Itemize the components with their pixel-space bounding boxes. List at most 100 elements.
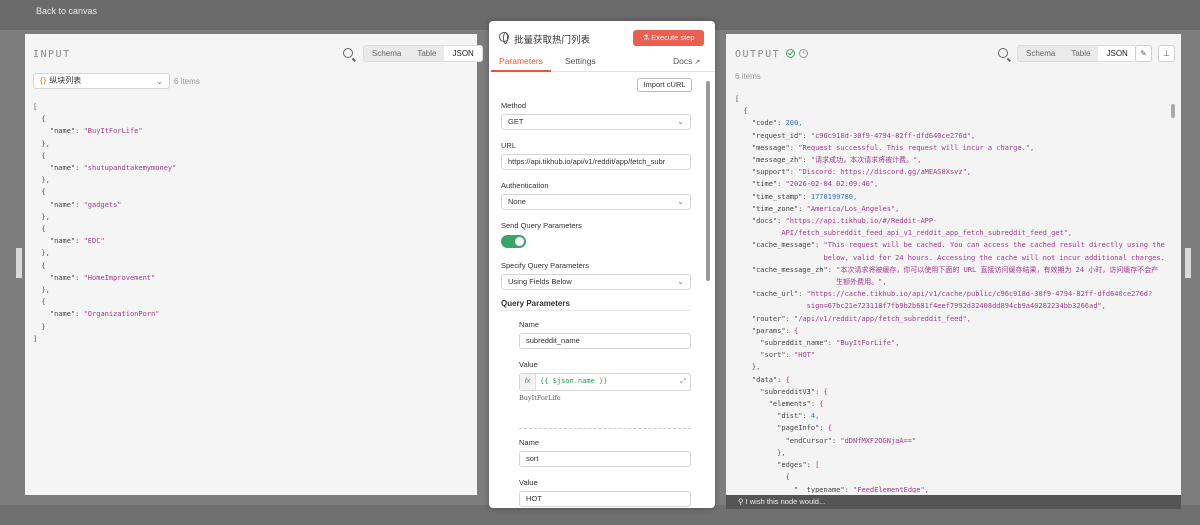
param1-name-input[interactable]: subreddit_name (519, 333, 691, 349)
json-line: below, valid for 24 hours. Accessing the… (735, 253, 1166, 262)
edit-pencil-icon[interactable]: ✎ (1135, 45, 1152, 62)
json-line: sign=67bc21e723118f7fb9b2b681f4eef7992d3… (735, 302, 1106, 311)
json-line: "name": "OrganizationPorn" (49, 310, 160, 319)
view-tab-schema[interactable]: Schema (364, 46, 409, 61)
json-line: "cache_url": "https://cache.tikhub.io/ap… (751, 290, 1153, 299)
authentication-value: None (508, 197, 526, 206)
json-line: { (33, 188, 46, 197)
output-view-switcher: Schema Table JSON (1017, 45, 1137, 62)
node-title[interactable]: 批量获取热门列表 (514, 32, 590, 46)
json-line: "message": "Request successful. This req… (751, 143, 1035, 152)
import-curl-button[interactable]: Import cURL (637, 78, 692, 92)
external-link-icon: ↗ (694, 59, 701, 66)
left-resize-handle[interactable] (16, 248, 22, 278)
info-icon[interactable]: i (799, 49, 808, 58)
json-line: "pageInfo": { (777, 424, 832, 433)
view-tab-table[interactable]: Table (409, 46, 444, 61)
json-line: } (33, 322, 46, 331)
json-line: "subreddit_name": "BuyItForLife", (760, 339, 900, 348)
view-tab-schema[interactable]: Schema (1018, 46, 1063, 61)
json-line: "__typename": "FeedElementEdge", (794, 485, 929, 494)
json-line: "code": 200, (751, 119, 803, 128)
tab-parameters[interactable]: Parameters (499, 56, 543, 66)
json-line: "name": "HomeImprovement" (49, 273, 156, 282)
view-tab-json[interactable]: JSON (444, 46, 482, 61)
json-line: "sort": "HOT" (760, 351, 816, 360)
node-scrollbar[interactable] (706, 81, 710, 505)
output-scrollbar[interactable] (1171, 104, 1175, 118)
parameters-form: Import cURL Method GET ⌄ URL https://api… (489, 73, 703, 508)
json-line: "edges": [ (777, 461, 820, 470)
json-line: "elements": { (768, 400, 824, 409)
param2-name-input[interactable]: sort (519, 451, 691, 467)
send-query-toggle[interactable] (501, 235, 526, 248)
tab-docs[interactable]: Docs ↗ (673, 56, 700, 66)
json-line: "time_zone": "America/Los_Angeles", (751, 204, 900, 213)
json-line: }, (33, 286, 50, 295)
param1-value-label: Value (519, 360, 538, 369)
back-to-canvas-link[interactable]: Back to canvas (36, 6, 97, 16)
input-node-selector[interactable]: {} 纵块列表 ⌄ (33, 73, 170, 89)
right-resize-handle[interactable] (1185, 248, 1191, 278)
node-scrollbar-thumb[interactable] (706, 81, 710, 281)
output-panel: OUTPUT i Schema Table JSON ✎ ⊥ 6 items [… (726, 34, 1181, 495)
authentication-select[interactable]: None ⌄ (501, 194, 691, 210)
query-parameters-title: Query Parameters (501, 299, 570, 308)
json-line: 生额外费用。", (735, 278, 887, 287)
expression-result: BuyItForLife (519, 394, 561, 402)
json-line: }, (735, 363, 761, 372)
param1-name-label: Name (519, 320, 540, 329)
flask-icon: ⚗ (642, 33, 650, 42)
json-line: [ (33, 103, 38, 111)
json-line: "name": "EDC" (49, 237, 105, 246)
json-line: }, (735, 448, 786, 457)
json-line: "docs": "https://api.tikhub.io/#/Reddit-… (751, 217, 938, 226)
input-view-switcher: Schema Table JSON (363, 45, 483, 62)
json-line: "endCursor": "dDNfMXF2OGNjaA==" (785, 436, 917, 445)
wish-text: I wish this node would... (745, 497, 826, 506)
json-line: "name": "gadgets" (49, 200, 122, 209)
tab-settings[interactable]: Settings (565, 56, 596, 66)
authentication-label: Authentication (501, 181, 549, 190)
search-icon[interactable] (343, 48, 353, 58)
json-line: { (33, 225, 46, 234)
json-line: "params": { (751, 326, 799, 335)
param2-name-label: Name (519, 438, 540, 447)
view-tab-json[interactable]: JSON (1098, 46, 1136, 61)
expression-text: {{ $json.name }} (540, 377, 608, 385)
output-items-count: 6 items (735, 72, 761, 81)
pin-icon[interactable]: ⊥ (1158, 45, 1175, 62)
json-line: [ (735, 95, 740, 103)
success-check-icon (786, 49, 795, 58)
param1-value-expression-input[interactable]: fx {{ $json.name }} ⤢ (519, 373, 691, 391)
url-label: URL (501, 141, 517, 150)
divider (501, 310, 691, 311)
node-tabs: Parameters Settings Docs ↗ (489, 54, 715, 72)
json-line: "request_id": "c96c918d-30f9-4794-82ff-d… (751, 131, 976, 140)
chevron-down-icon: ⌄ (156, 77, 163, 86)
braces-icon: {} (40, 76, 47, 85)
chevron-down-icon: ⌄ (677, 277, 684, 286)
json-line: { (735, 473, 790, 482)
send-query-label: Send Query Parameters (501, 221, 582, 230)
input-panel-title: INPUT (33, 49, 71, 60)
param2-value-input[interactable]: HOT (519, 491, 691, 507)
json-line: }, (33, 249, 50, 258)
method-select[interactable]: GET ⌄ (501, 114, 691, 130)
json-line: }, (33, 212, 50, 221)
node-header: 批量获取热门列表 ⚗ Execute step (489, 21, 715, 53)
json-line: "cache_message_zh": "本次请求将被缓存，你可以使用下面的 U… (751, 265, 1159, 274)
feedback-bar[interactable]: ⚲ I wish this node would... (726, 495, 1181, 509)
specify-query-select[interactable]: Using Fields Below ⌄ (501, 274, 691, 290)
execute-step-button[interactable]: ⚗ Execute step (633, 30, 704, 46)
json-line: API/fetch_subreddit_feed_api_v1_reddit_a… (735, 229, 1073, 238)
url-input[interactable]: https://api.tikhub.io/api/v1/reddit/app/… (501, 154, 691, 170)
json-line: { (33, 298, 46, 307)
specify-query-value: Using Fields Below (508, 277, 572, 286)
expand-icon[interactable]: ⤢ (680, 378, 686, 386)
view-tab-table[interactable]: Table (1063, 46, 1098, 61)
search-icon[interactable] (998, 48, 1008, 58)
json-line: "time": "2026-02-04 02:09:40", (751, 180, 879, 189)
json-line: "support": "Discord: https://discord.gg/… (751, 168, 972, 177)
input-items-count: 6 items (174, 77, 200, 86)
